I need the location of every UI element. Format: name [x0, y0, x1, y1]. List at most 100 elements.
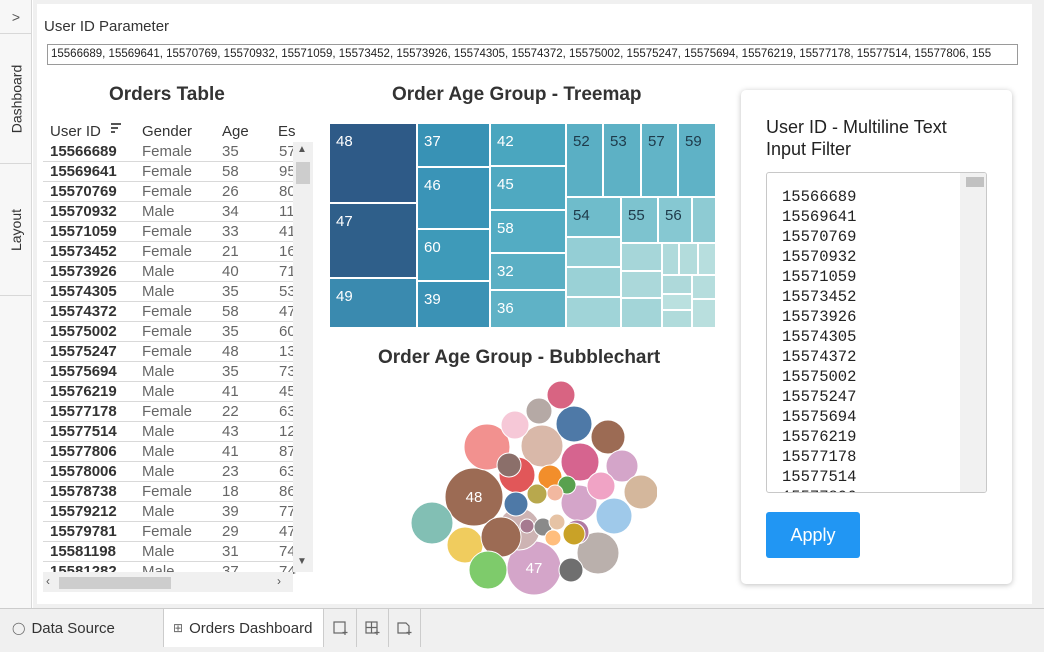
treemap-cell[interactable]: 55 [621, 197, 658, 243]
bubble[interactable] [595, 497, 633, 535]
new-story-icon[interactable] [389, 609, 421, 647]
column-header-es[interactable]: Es [278, 123, 296, 140]
scroll-thumb[interactable] [59, 577, 171, 589]
bubble[interactable] [555, 405, 593, 443]
bubble[interactable] [548, 513, 566, 531]
table-row[interactable]: 15571059 Female 33 41 [43, 222, 305, 242]
new-dashboard-icon[interactable] [357, 609, 389, 647]
treemap-cell[interactable]: 53 [603, 123, 641, 197]
treemap-cell[interactable] [662, 294, 692, 310]
tab-orders-dashboard[interactable]: ⊞ Orders Dashboard [164, 609, 324, 647]
treemap-cell[interactable] [662, 275, 692, 294]
treemap-cell[interactable]: 59 [678, 123, 716, 197]
treemap-cell[interactable]: 54 [566, 197, 621, 237]
bubble[interactable] [526, 483, 548, 505]
sort-icon[interactable] [111, 123, 121, 133]
treemap-cell[interactable] [679, 243, 698, 275]
bubble[interactable] [519, 518, 535, 534]
bubble[interactable] [546, 380, 576, 410]
treemap-cell[interactable]: 57 [641, 123, 678, 197]
table-row[interactable]: 15566689 Female 35 57 [43, 142, 305, 162]
bubble[interactable] [500, 410, 530, 440]
column-header-gender[interactable]: Gender [142, 123, 192, 140]
treemap-cell[interactable]: 60 [417, 229, 490, 281]
table-vertical-scrollbar[interactable]: ▲ ▼ [293, 142, 313, 572]
treemap-cell[interactable] [692, 299, 716, 328]
treemap-cell[interactable] [566, 267, 621, 297]
treemap-cell[interactable] [566, 237, 621, 267]
treemap-cell[interactable]: 47 [329, 203, 417, 278]
table-row[interactable]: 15577514 Male 43 12 [43, 422, 305, 442]
bubble[interactable] [590, 419, 626, 455]
bubble[interactable] [544, 529, 562, 547]
treemap-cell[interactable] [662, 243, 679, 275]
column-header-age[interactable]: Age [222, 123, 249, 140]
table-row[interactable]: 15578006 Male 23 63 [43, 462, 305, 482]
treemap-cell[interactable]: 32 [490, 253, 566, 290]
treemap-cell[interactable] [621, 271, 662, 298]
bubble[interactable] [468, 550, 508, 590]
treemap-cell[interactable]: 46 [417, 167, 490, 229]
treemap-cell[interactable] [698, 243, 716, 275]
bubble[interactable] [503, 491, 529, 517]
table-row[interactable]: 15581198 Male 31 74 [43, 542, 305, 562]
column-header-user-id[interactable]: User ID [50, 123, 101, 140]
treemap-cell[interactable]: 36 [490, 290, 566, 328]
bubble[interactable] [558, 557, 584, 583]
table-row[interactable]: 15575247 Female 48 13 [43, 342, 305, 362]
treemap-cell[interactable]: 37 [417, 123, 490, 167]
bubble[interactable] [586, 471, 616, 501]
bubble[interactable] [410, 501, 454, 545]
bubble[interactable] [546, 484, 564, 502]
tab-data-source[interactable]: ◯ Data Source [0, 609, 164, 647]
rail-tab-layout[interactable]: Layout [0, 164, 32, 296]
textarea-scrollbar[interactable] [960, 173, 986, 492]
scroll-right-icon[interactable]: › [277, 574, 281, 588]
table-row[interactable]: 15575002 Female 35 60 [43, 322, 305, 342]
apply-button[interactable]: Apply [766, 512, 860, 558]
treemap-cell[interactable]: 39 [417, 281, 490, 328]
treemap-cell[interactable] [621, 298, 662, 328]
table-row[interactable]: 15574305 Male 35 53 [43, 282, 305, 302]
table-row[interactable]: 15570769 Female 26 80 [43, 182, 305, 202]
table-row[interactable]: 15574372 Female 58 47 [43, 302, 305, 322]
treemap-cell[interactable] [692, 197, 716, 243]
table-row[interactable]: 15569641 Female 58 95 [43, 162, 305, 182]
user-id-parameter-input[interactable]: 15566689, 15569641, 15570769, 15570932, … [47, 44, 1018, 65]
scroll-thumb[interactable] [966, 177, 984, 187]
table-row[interactable]: 15573926 Male 40 71 [43, 262, 305, 282]
treemap-cell[interactable] [566, 297, 621, 328]
table-row[interactable]: 15577178 Female 22 63 [43, 402, 305, 422]
bubble[interactable] [496, 452, 522, 478]
table-row[interactable]: 15575694 Male 35 73 [43, 362, 305, 382]
treemap-cell[interactable] [621, 243, 662, 271]
user-id-multiline-input[interactable]: 15566689 15569641 15570769 15570932 15571059… [766, 172, 987, 493]
table-row[interactable]: 15570932 Male 34 11 [43, 202, 305, 222]
table-row[interactable]: 15577806 Male 41 87 [43, 442, 305, 462]
expand-rail-button[interactable]: > [0, 0, 32, 34]
treemap-cell[interactable] [692, 275, 716, 299]
treemap-cell[interactable]: 49 [329, 278, 417, 328]
table-row[interactable]: 15579212 Male 39 77 [43, 502, 305, 522]
table-horizontal-scrollbar[interactable]: ‹ › [43, 572, 293, 592]
bubble[interactable] [525, 397, 553, 425]
table-row[interactable]: 15579781 Female 29 47 [43, 522, 305, 542]
table-row[interactable]: 15573452 Female 21 16 [43, 242, 305, 262]
treemap-cell[interactable]: 48 [329, 123, 417, 203]
treemap-cell[interactable]: 42 [490, 123, 566, 166]
scroll-left-icon[interactable]: ‹ [46, 574, 50, 588]
bubble[interactable] [623, 474, 657, 510]
new-worksheet-icon[interactable] [325, 609, 357, 647]
treemap-cell[interactable]: 52 [566, 123, 603, 197]
treemap-cell[interactable]: 58 [490, 210, 566, 253]
scroll-down-icon[interactable]: ▼ [297, 556, 307, 567]
bubble[interactable] [562, 522, 586, 546]
table-row[interactable]: 15576219 Male 41 45 [43, 382, 305, 402]
rail-tab-dashboard[interactable]: Dashboard [0, 34, 32, 164]
treemap-cell[interactable]: 56 [658, 197, 692, 243]
scroll-thumb[interactable] [296, 162, 310, 184]
scroll-up-icon[interactable]: ▲ [297, 144, 307, 155]
treemap-cell[interactable]: 45 [490, 166, 566, 210]
treemap-cell[interactable] [662, 310, 692, 328]
table-row[interactable]: 15578738 Female 18 86 [43, 482, 305, 502]
